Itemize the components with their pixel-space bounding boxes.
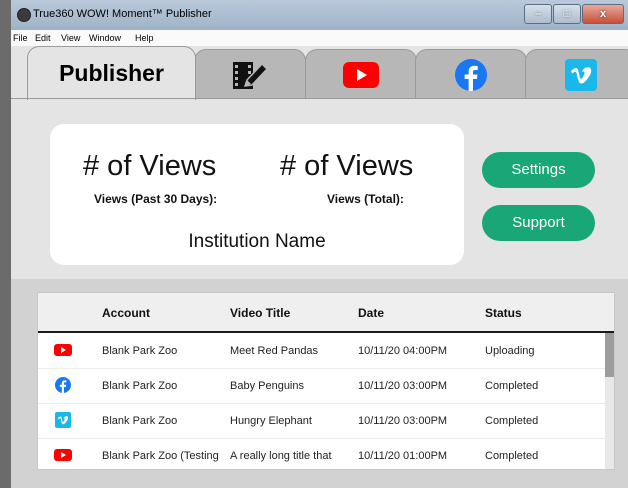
support-button[interactable]: Support bbox=[482, 205, 595, 241]
stats-card: # of Views Views (Past 30 Days): # of Vi… bbox=[50, 124, 464, 265]
uploads-section: Account Video Title Date Status Blank Pa… bbox=[11, 279, 628, 488]
tab-video-edit[interactable] bbox=[194, 49, 306, 99]
app-logo-icon bbox=[17, 8, 31, 22]
cell-date: 10/11/20 03:00PM bbox=[358, 380, 448, 392]
table-row[interactable]: Blank Park Zoo Meet Red Pandas 10/11/20 … bbox=[38, 333, 605, 369]
title-bar[interactable]: True360 WOW! Moment™ Publisher – □ x bbox=[11, 0, 628, 30]
table-row[interactable]: Blank Park Zoo (Testing A really long ti… bbox=[38, 438, 605, 469]
menu-help[interactable]: Help bbox=[135, 33, 154, 43]
uploads-table: Account Video Title Date Status Blank Pa… bbox=[37, 292, 615, 470]
facebook-icon bbox=[55, 377, 71, 393]
cell-date: 10/11/20 04:00PM bbox=[358, 345, 448, 357]
cell-video-title: Meet Red Pandas bbox=[230, 345, 319, 357]
tab-facebook[interactable] bbox=[415, 49, 527, 99]
tab-publisher[interactable]: Publisher bbox=[27, 46, 196, 100]
vimeo-icon bbox=[565, 58, 597, 91]
youtube-icon bbox=[54, 344, 72, 356]
tab-publisher-label: Publisher bbox=[59, 60, 164, 86]
views-total-label: Views (Total): bbox=[327, 192, 404, 206]
video-edit-icon bbox=[233, 61, 269, 89]
tab-bar: Publisher bbox=[11, 46, 628, 100]
vimeo-icon bbox=[55, 412, 71, 428]
maximize-button[interactable]: □ bbox=[553, 4, 581, 24]
cell-account: Blank Park Zoo bbox=[102, 380, 178, 392]
cell-status: Completed bbox=[485, 380, 539, 392]
minimize-button[interactable]: – bbox=[524, 4, 552, 24]
cell-date: 10/11/20 01:00PM bbox=[358, 450, 448, 462]
facebook-icon bbox=[455, 58, 487, 91]
close-button[interactable]: x bbox=[582, 4, 624, 24]
tab-youtube[interactable] bbox=[305, 49, 417, 99]
views-30-days-label: Views (Past 30 Days): bbox=[94, 192, 218, 206]
window-controls: – □ x bbox=[523, 4, 624, 24]
cell-date: 10/11/20 03:00PM bbox=[358, 415, 448, 427]
header-date[interactable]: Date bbox=[358, 306, 384, 320]
header-status[interactable]: Status bbox=[485, 306, 522, 320]
cell-status: Uploading bbox=[485, 345, 535, 357]
header-account[interactable]: Account bbox=[102, 306, 150, 320]
views-30-days-value: # of Views bbox=[83, 150, 217, 182]
menu-edit[interactable]: Edit bbox=[35, 33, 51, 43]
cell-account: Blank Park Zoo (Testing bbox=[102, 450, 219, 462]
institution-name: Institution Name bbox=[188, 231, 326, 252]
cell-status: Completed bbox=[485, 450, 539, 462]
views-total-value: # of Views bbox=[280, 150, 414, 182]
youtube-icon bbox=[343, 61, 379, 88]
menu-view[interactable]: View bbox=[61, 33, 80, 43]
cell-video-title: Hungry Elephant bbox=[230, 415, 312, 427]
menu-file[interactable]: File bbox=[13, 33, 28, 43]
tab-vimeo[interactable] bbox=[525, 49, 628, 99]
table-row[interactable]: Blank Park Zoo Baby Penguins 10/11/20 03… bbox=[38, 368, 605, 404]
cell-video-title: A really long title that bbox=[230, 450, 332, 462]
table-row[interactable]: Blank Park Zoo Hungry Elephant 10/11/20 … bbox=[38, 403, 605, 439]
cell-account: Blank Park Zoo bbox=[102, 415, 178, 427]
cell-account: Blank Park Zoo bbox=[102, 345, 178, 357]
cell-status: Completed bbox=[485, 415, 539, 427]
settings-button[interactable]: Settings bbox=[482, 152, 595, 188]
menu-bar: File Edit View Window Help bbox=[11, 30, 628, 46]
header-video-title[interactable]: Video Title bbox=[230, 306, 290, 320]
window-title: True360 WOW! Moment™ Publisher bbox=[33, 8, 212, 20]
scrollbar-thumb[interactable] bbox=[605, 333, 614, 377]
tab-divider bbox=[11, 98, 628, 99]
table-scrollbar[interactable] bbox=[605, 333, 614, 469]
menu-window[interactable]: Window bbox=[89, 33, 121, 43]
cell-video-title: Baby Penguins bbox=[230, 380, 304, 392]
app-window: True360 WOW! Moment™ Publisher – □ x Fil… bbox=[11, 0, 628, 488]
youtube-icon bbox=[54, 449, 72, 461]
table-header: Account Video Title Date Status bbox=[38, 293, 614, 333]
